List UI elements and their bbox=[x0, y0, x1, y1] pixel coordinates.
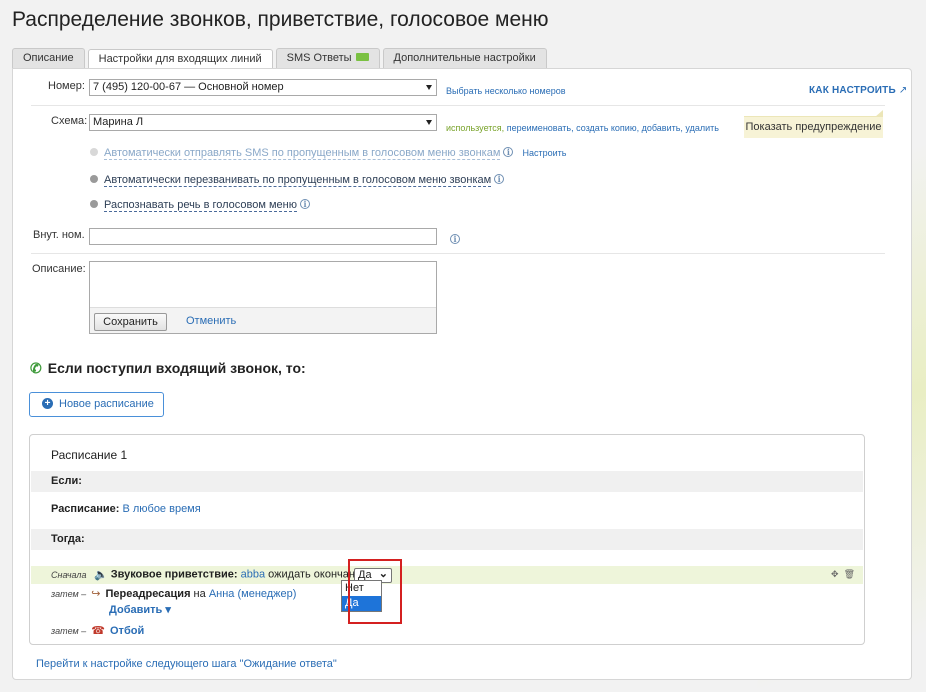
divider bbox=[31, 105, 885, 106]
scheme-label: Схема: bbox=[51, 115, 88, 127]
info-icon[interactable]: i bbox=[494, 174, 505, 185]
option-speech-recognition[interactable]: Распознавать речь в голосовом меню i bbox=[90, 199, 310, 212]
tab-description[interactable]: Описание bbox=[12, 48, 85, 69]
tab-sms-answers[interactable]: SMS Ответы bbox=[275, 48, 380, 69]
scheme-actions-links[interactable]: переименовать, создать копию, добавить, … bbox=[507, 123, 719, 133]
step-prefix: затем – bbox=[51, 626, 87, 636]
plus-icon: + bbox=[42, 397, 53, 409]
number-label: Номер: bbox=[48, 80, 85, 92]
chevron-down-icon bbox=[426, 85, 432, 90]
number-select[interactable]: 7 (495) 120-00-67 — Основной номер bbox=[89, 79, 437, 96]
phone-incoming-icon: ✆ bbox=[30, 359, 42, 376]
schedule-any-time-link[interactable]: В любое время bbox=[122, 503, 200, 515]
option-auto-callback[interactable]: Автоматически перезванивать по пропущенн… bbox=[90, 174, 505, 187]
scheme-used-text: используется, bbox=[446, 123, 505, 133]
forward-target-link[interactable]: Анна (менеджер) bbox=[209, 588, 297, 600]
greeting-file-link[interactable]: abba bbox=[241, 568, 265, 580]
new-schedule-button[interactable]: + Новое расписание bbox=[29, 392, 164, 417]
show-warning-button[interactable]: Показать предупреждение bbox=[744, 110, 883, 138]
hangup-link[interactable]: Отбой bbox=[110, 625, 144, 637]
greeting-step: 🔈 Звуковое приветствие: abba ожидать окон… bbox=[94, 568, 368, 581]
settings-panel: Номер: 7 (495) 120-00-67 — Основной номе… bbox=[12, 68, 912, 680]
incoming-call-heading: ✆ Если поступил входящий звонок, то: bbox=[30, 359, 306, 376]
save-button[interactable]: Сохранить bbox=[94, 313, 167, 331]
action-row-greeting: Сначала 🔈 Звуковое приветствие: abba ожид… bbox=[31, 566, 863, 584]
how-to-setup-link[interactable]: КАК НАСТРОИТЬ ↗ bbox=[809, 85, 907, 96]
description-textarea[interactable]: Сохранить Отменить bbox=[89, 261, 437, 334]
info-icon[interactable]: i bbox=[503, 147, 514, 158]
schedule-card: Расписание 1 Если: Расписание: В любое в… bbox=[29, 434, 865, 645]
next-step-link[interactable]: Перейти к настройке следующего шага "Ожи… bbox=[36, 658, 337, 670]
radio-dot-icon bbox=[90, 200, 98, 209]
move-icon[interactable]: ✥ bbox=[831, 569, 839, 579]
description-actions: Сохранить Отменить bbox=[90, 307, 436, 333]
trash-icon[interactable]: 🗑 bbox=[844, 569, 855, 579]
step-prefix: Сначала bbox=[51, 570, 87, 580]
action-row-forward: затем – ↪ Переадресация на Анна (менедже… bbox=[51, 588, 297, 600]
scheme-status: используется, переименовать, создать коп… bbox=[446, 123, 719, 133]
scheme-select-value: Марина Л bbox=[93, 116, 144, 128]
forward-arrow-icon: ↪ bbox=[91, 588, 101, 600]
info-icon[interactable]: i bbox=[450, 234, 460, 245]
tab-additional-settings[interactable]: Дополнительные настройки bbox=[382, 48, 547, 69]
divider bbox=[31, 253, 885, 254]
select-multiple-numbers-link[interactable]: Выбрать несколько номеров bbox=[446, 86, 566, 96]
info-icon[interactable]: i bbox=[300, 199, 310, 210]
cancel-link[interactable]: Отменить bbox=[186, 315, 236, 327]
row-actions: ✥ 🗑 bbox=[831, 569, 855, 580]
then-band: Тогда: bbox=[31, 529, 863, 550]
hangup-icon: ☎ bbox=[91, 625, 105, 637]
wait-end-dropdown: Нет Да bbox=[341, 580, 382, 612]
radio-dot-icon bbox=[90, 175, 98, 184]
sms-setup-link[interactable]: Настроить bbox=[522, 148, 566, 158]
option-no[interactable]: Нет bbox=[342, 581, 381, 596]
extension-label: Внут. ном. bbox=[33, 229, 85, 241]
schedule-condition: Расписание: В любое время bbox=[51, 503, 201, 515]
page-title: Распределение звонков, приветствие, голо… bbox=[12, 8, 549, 31]
radio-dot-icon bbox=[90, 148, 98, 157]
option-auto-sms[interactable]: Автоматически отправлять SMS по пропущен… bbox=[90, 147, 566, 160]
description-label: Описание: bbox=[32, 263, 86, 275]
number-select-value: 7 (495) 120-00-67 — Основной номер bbox=[93, 81, 284, 93]
schedule-title: Расписание 1 bbox=[51, 448, 128, 462]
add-step-link[interactable]: Добавить ▾ bbox=[109, 603, 171, 616]
step-prefix: затем – bbox=[51, 589, 87, 599]
speaker-icon: 🔈 bbox=[94, 569, 108, 581]
tab-incoming-settings[interactable]: Настройки для входящих линий bbox=[87, 49, 273, 70]
tab-bar: Описание Настройки для входящих линий SM… bbox=[12, 48, 550, 70]
chevron-down-icon bbox=[426, 120, 432, 125]
extension-input[interactable] bbox=[89, 228, 437, 245]
corner-fold bbox=[875, 110, 883, 117]
scheme-select[interactable]: Марина Л bbox=[89, 114, 437, 131]
option-yes[interactable]: Да bbox=[342, 596, 381, 611]
new-badge-icon bbox=[355, 53, 369, 62]
action-row-hangup: затем – ☎ Отбой bbox=[51, 624, 144, 637]
if-band: Если: bbox=[31, 471, 863, 492]
external-link-icon: ↗ bbox=[898, 85, 908, 96]
